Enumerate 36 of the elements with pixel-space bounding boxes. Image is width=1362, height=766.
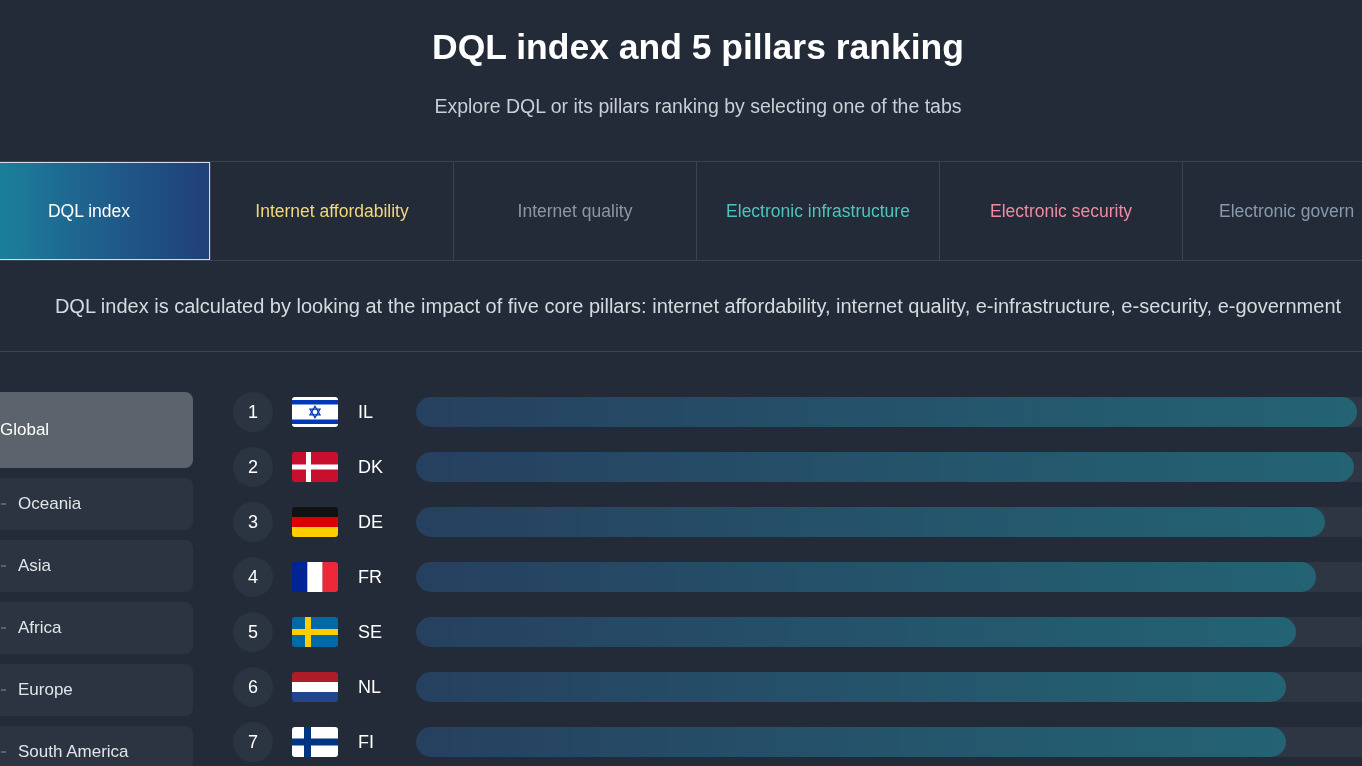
country-code: FI: [358, 731, 375, 753]
country-code: IL: [358, 401, 374, 423]
rank-number: 5: [233, 612, 273, 652]
denmark-flag-icon: [292, 452, 338, 482]
israel-flag-icon: [292, 397, 338, 427]
region-item[interactable]: Europe: [0, 664, 193, 716]
rank-number: 7: [233, 722, 273, 762]
region-item[interactable]: Global: [0, 392, 193, 468]
country-code: FR: [358, 566, 383, 588]
country-code: SE: [358, 621, 383, 643]
page-subtitle: Explore DQL or its pillars ranking by selecting one of the tabs: [434, 95, 962, 117]
region-item[interactable]: Africa: [0, 602, 193, 654]
rank-number: 1: [233, 392, 273, 432]
country-code: DE: [358, 511, 384, 533]
finland-flag-icon: [292, 727, 338, 757]
region-item[interactable]: Asia: [0, 540, 193, 592]
sweden-flag-icon: [292, 617, 338, 647]
pillar-tab[interactable]: DQL index: [0, 162, 211, 260]
region-item[interactable]: South America: [0, 726, 193, 766]
rank-number: 2: [233, 447, 273, 487]
index-description: DQL index is calculated by looking at the impact of five core pillars: internet affordability, internet quality, e-infrastructure, e-security, e-government: [54, 294, 1342, 318]
rank-number: 3: [233, 502, 273, 542]
country-code: DK: [358, 456, 384, 478]
country-code: NL: [358, 676, 382, 698]
pillar-tab[interactable]: Electronic govern: [1183, 162, 1362, 260]
rank-number: 4: [233, 557, 273, 597]
pillar-tab[interactable]: Internet quality: [454, 162, 697, 260]
page-title: DQL index and 5 pillars ranking: [432, 26, 964, 67]
pillar-tab[interactable]: Internet affordability: [211, 162, 454, 260]
netherlands-flag-icon: [292, 672, 338, 702]
pillar-tab[interactable]: Electronic security: [940, 162, 1183, 260]
france-flag-icon: [292, 562, 338, 592]
region-item[interactable]: Oceania: [0, 478, 193, 530]
rank-number: 6: [233, 667, 273, 707]
pillar-tab[interactable]: Electronic infrastructure: [697, 162, 940, 260]
germany-flag-icon: [292, 507, 338, 537]
